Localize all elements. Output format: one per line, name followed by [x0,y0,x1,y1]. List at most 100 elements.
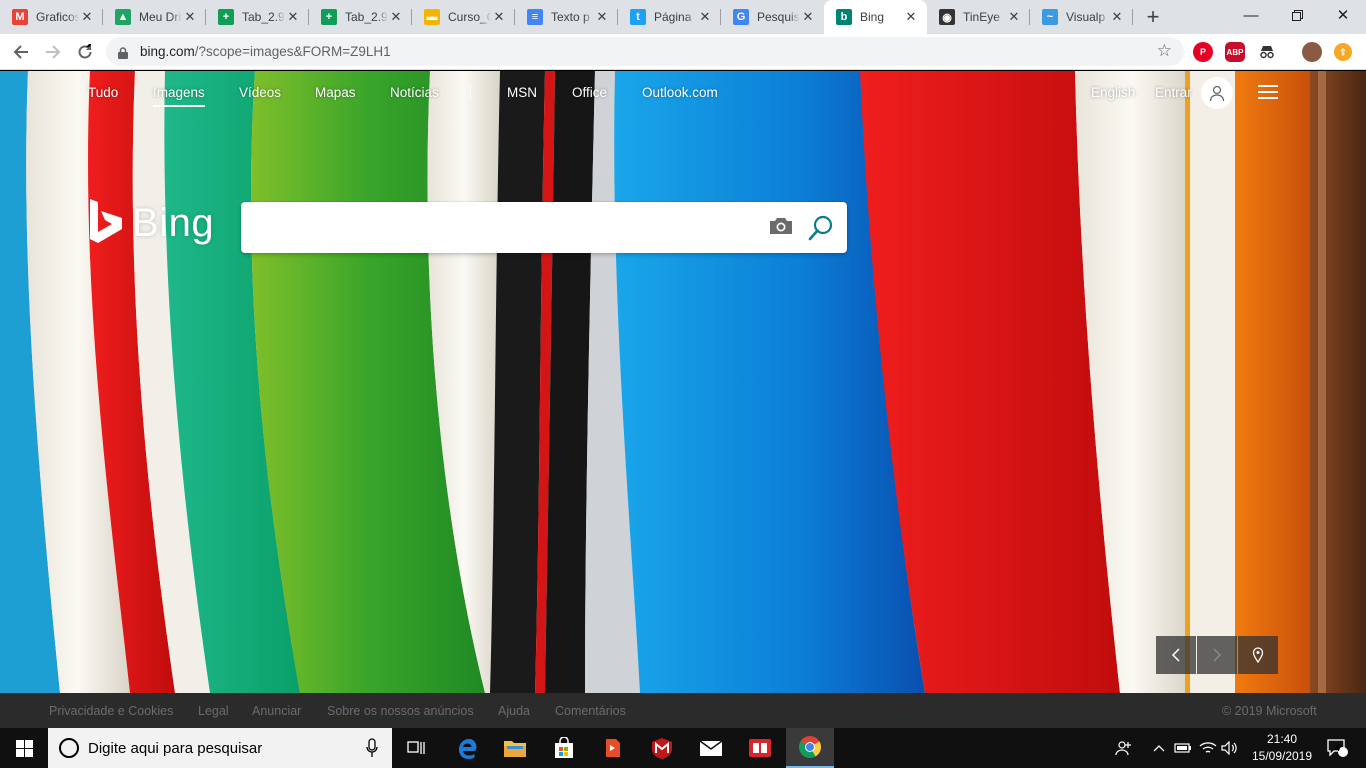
close-tab-icon[interactable]: ✕ [697,9,713,25]
close-window-button[interactable]: ✕ [1320,0,1366,30]
volume-icon[interactable] [1220,728,1240,768]
tab-title: Texto p [551,10,590,24]
browser-tab[interactable]: ~ Visualp ✕ [1030,0,1133,34]
tab-title: Página [654,10,692,24]
tab-title: TinEye [963,10,1000,24]
camera-icon[interactable] [768,215,794,242]
reload-button[interactable] [69,38,101,66]
browser-tab[interactable]: t Página ✕ [618,0,721,34]
reader-taskbar-icon[interactable] [736,728,784,768]
language-link[interactable]: English [1091,85,1135,100]
footer-about-ads-link[interactable]: Sobre os nossos anúncios [327,704,474,718]
nav-mapas[interactable]: Mapas [315,85,356,100]
browser-tab[interactable]: ≡ Texto p ✕ [515,0,618,34]
browser-tab[interactable]: ◉ TinEye ✕ [927,0,1030,34]
store-taskbar-icon[interactable] [540,728,588,768]
forward-button[interactable] [37,38,69,66]
bing-wordmark: Bing [132,200,215,245]
signin-link[interactable]: Entrar [1155,85,1192,100]
previous-image-button[interactable] [1156,636,1196,674]
close-tab-icon[interactable]: ✕ [79,9,95,25]
wifi-icon[interactable] [1198,728,1218,768]
back-button[interactable] [5,38,37,66]
profile-avatar-icon[interactable] [1302,42,1322,62]
pinterest-extension-icon[interactable]: P [1193,42,1213,62]
update-arrow-icon[interactable]: ⇧ [1334,43,1352,61]
cortana-icon [59,738,79,758]
people-button[interactable] [1112,728,1136,768]
footer-feedback-link[interactable]: Comentários [555,704,626,718]
browser-tab[interactable]: b Bing ✕ [824,0,927,34]
bing-logo[interactable]: Bing [88,199,214,247]
adblock-plus-icon[interactable]: ABP [1225,42,1245,62]
browser-tab[interactable]: ▬ Curso_C ✕ [412,0,515,34]
minimize-button[interactable]: — [1228,0,1274,30]
system-clock[interactable]: 21:40 15/09/2019 [1244,731,1320,765]
mail-taskbar-icon[interactable] [687,728,735,768]
close-tab-icon[interactable]: ✕ [800,9,816,25]
close-tab-icon[interactable]: ✕ [388,9,404,25]
battery-icon[interactable] [1173,728,1193,768]
restore-icon [1291,9,1303,21]
nav-office[interactable]: Office [572,85,607,100]
close-tab-icon[interactable]: ✕ [1109,9,1125,25]
bing-homepage: Tudo Imagens Vídeos Mapas Notícias MSN O… [0,71,1366,693]
footer-legal-link[interactable]: Legal [198,704,229,718]
menu-hamburger-icon[interactable] [1258,85,1278,101]
browser-tab[interactable]: G Pesquis ✕ [721,0,824,34]
edge-icon [459,739,477,759]
incognito-extension-icon[interactable] [1257,42,1277,62]
browser-tab[interactable]: ▲ Meu Drive✕ [103,0,206,34]
nav-outlook[interactable]: Outlook.com [642,85,718,100]
chrome-icon [799,736,821,758]
tab-title: Bing [860,10,885,24]
windows-logo-icon [15,739,33,757]
close-tab-icon[interactable]: ✕ [491,9,507,25]
nav-tudo[interactable]: Tudo [88,85,118,100]
mcafee-taskbar-icon[interactable] [638,728,686,768]
browser-tab[interactable]: + Tab_2.9 ✕ [206,0,309,34]
file-explorer-taskbar-icon[interactable] [491,728,539,768]
restore-button[interactable] [1274,0,1320,30]
image-location-button[interactable] [1238,636,1278,674]
taskbar-search[interactable]: Digite aqui para pesquisar [48,728,392,768]
nav-separator [470,86,471,100]
nav-videos[interactable]: Vídeos [239,85,281,100]
browser-tab[interactable]: + Tab_2.9 ✕ [309,0,412,34]
tray-chevron-up-icon[interactable] [1150,728,1168,768]
browser-tab[interactable]: M Graficos ✕ [0,0,103,34]
task-view-button[interactable] [392,728,440,768]
bookmark-star-icon[interactable]: ☆ [1157,41,1172,61]
bing-b-icon [90,199,122,243]
footer-advertise-link[interactable]: Anunciar [252,704,301,718]
people-icon [1115,741,1131,756]
tab-title: Meu Drive [139,10,182,24]
close-tab-icon[interactable]: ✕ [594,9,610,25]
microphone-icon[interactable] [366,738,378,758]
footer-privacy-link[interactable]: Privacidade e Cookies [49,704,173,718]
nav-imagens[interactable]: Imagens [153,85,205,107]
close-tab-icon[interactable]: ✕ [1006,9,1022,25]
nav-noticias[interactable]: Notícias [390,85,439,100]
user-avatar-button[interactable] [1201,77,1233,109]
reload-icon [78,43,92,58]
google-docs-icon: ≡ [527,9,543,25]
footer-help-link[interactable]: Ajuda [498,704,530,718]
lock-icon [118,46,128,59]
close-tab-icon[interactable]: ✕ [182,9,198,25]
app-taskbar-icon[interactable] [589,728,637,768]
search-input[interactable] [253,212,753,242]
new-tab-button[interactable]: + [1139,0,1167,34]
url-text: bing.com/?scope=images&FORM=Z9LH1 [140,44,391,59]
search-icon[interactable] [807,214,835,247]
action-center-button[interactable]: 4 [1322,728,1352,768]
address-bar[interactable]: bing.com/?scope=images&FORM=Z9LH1 ☆ [106,37,1184,66]
browser-toolbar: bing.com/?scope=images&FORM=Z9LH1 ☆ [0,34,1366,70]
close-tab-icon[interactable]: ✕ [285,9,301,25]
chrome-taskbar-icon[interactable] [786,728,834,768]
close-tab-icon[interactable]: ✕ [903,9,919,25]
next-image-button[interactable] [1197,636,1237,674]
nav-msn[interactable]: MSN [507,85,537,100]
edge-taskbar-icon[interactable] [443,728,491,768]
start-button[interactable] [0,728,48,768]
